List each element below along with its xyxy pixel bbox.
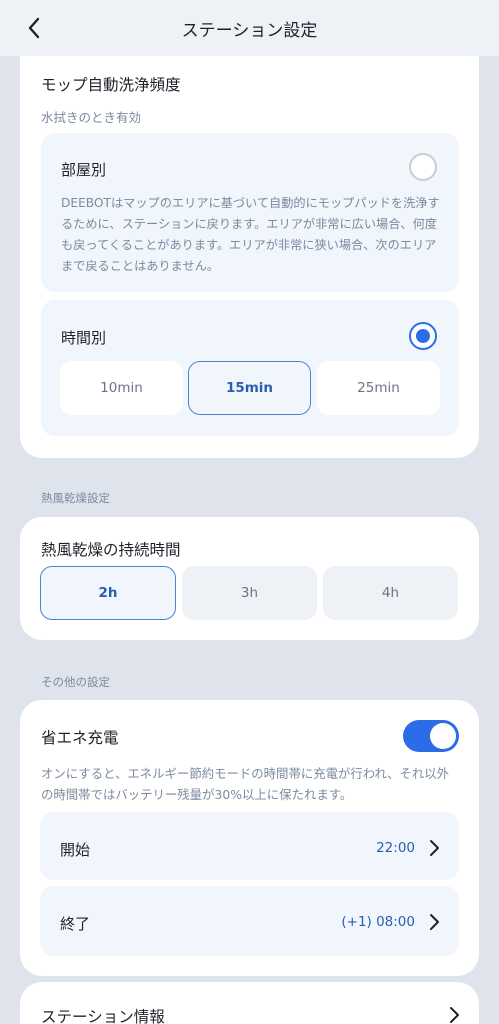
option-by-time-title: 時間別 (61, 329, 107, 347)
end-time-label: 終了 (60, 915, 91, 933)
option-by-time[interactable]: 時間別 10min 15min 25min (41, 300, 459, 436)
by-time-radio[interactable] (409, 322, 437, 350)
chevron-right-icon (430, 840, 439, 856)
hot-air-section-label: 熱風乾燥設定 (41, 491, 110, 505)
other-section-label: その他の設定 (41, 675, 110, 689)
mop-wash-title: モップ自動洗浄頻度 (41, 76, 181, 94)
top-bar: ステーション設定 (0, 0, 499, 56)
station-info-row[interactable]: ステーション情報 (20, 982, 479, 1024)
start-time-row[interactable]: 開始 22:00 (40, 812, 459, 880)
chevron-right-icon (430, 914, 439, 930)
station-info-label: ステーション情報 (41, 1008, 165, 1024)
start-time-label: 開始 (60, 841, 91, 859)
eco-charge-toggle[interactable] (403, 720, 459, 752)
option-by-room-description: DEEBOTはマップのエリアに基づいて自動的にモップパッドを洗浄するために、ステ… (61, 196, 440, 273)
mop-wash-subtitle: 水拭きのとき有効 (41, 110, 142, 125)
end-time-value: (+1) 08:00 (341, 914, 415, 930)
time-option-10min[interactable]: 10min (60, 361, 183, 415)
chevron-right-icon (450, 1007, 459, 1023)
dry-option-3h[interactable]: 3h (182, 566, 317, 620)
mop-wash-card: モップ自動洗浄頻度 水拭きのとき有効 部屋別 DEEBOTはマップのエリアに基づ… (20, 56, 479, 458)
end-time-row[interactable]: 終了 (+1) 08:00 (40, 886, 459, 956)
start-time-value: 22:00 (376, 840, 415, 856)
page-title: ステーション設定 (181, 21, 318, 41)
hot-air-card: 熱風乾燥の持続時間 2h 3h 4h (20, 517, 479, 640)
dry-option-2h[interactable]: 2h (40, 566, 176, 620)
eco-charge-card: 省エネ充電 オンにすると、エネルギー節約モードの時間帯に充電が行われ、それ以外の… (20, 700, 479, 976)
option-by-room[interactable]: 部屋別 DEEBOTはマップのエリアに基づいて自動的にモップパッドを洗浄するため… (41, 133, 459, 292)
toggle-knob (430, 723, 456, 749)
option-by-room-title: 部屋別 (61, 161, 107, 179)
time-option-25min[interactable]: 25min (317, 361, 440, 415)
hot-air-title: 熱風乾燥の持続時間 (41, 541, 181, 559)
eco-charge-title: 省エネ充電 (41, 729, 119, 747)
time-option-15min[interactable]: 15min (188, 361, 311, 415)
dry-option-4h[interactable]: 4h (323, 566, 458, 620)
eco-charge-description: オンにすると、エネルギー節約モードの時間帯に充電が行われ、それ以外の時間帯ではバ… (41, 766, 450, 802)
by-room-radio[interactable] (409, 153, 437, 181)
